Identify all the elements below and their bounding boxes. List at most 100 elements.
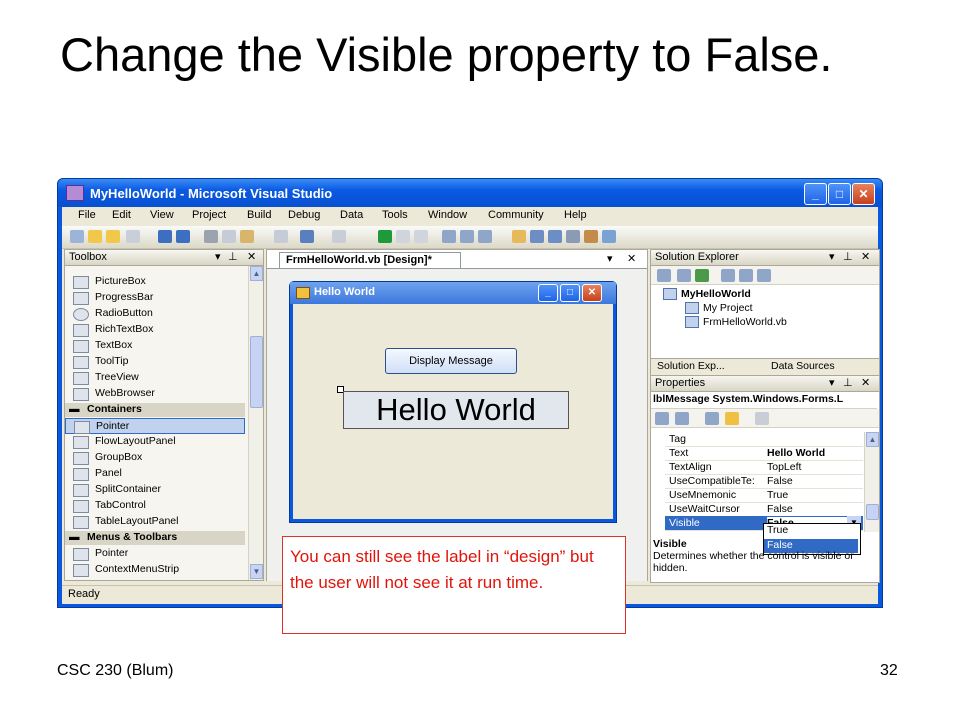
hello-world-label[interactable]: Hello World [343, 391, 569, 429]
tool-flowlayoutpanel[interactable]: FlowLayoutPanel [65, 434, 245, 450]
refresh-icon[interactable] [695, 269, 709, 282]
cut-icon[interactable] [204, 230, 218, 243]
dropdown-arrow-icon[interactable]: ▾ [607, 252, 613, 265]
tree-item-my-project[interactable]: My Project [685, 302, 753, 315]
comment-icon[interactable] [274, 230, 288, 243]
menu-build[interactable]: Build [247, 209, 271, 221]
tool-picturebox[interactable]: PictureBox [65, 274, 245, 290]
menu-debug[interactable]: Debug [288, 209, 320, 221]
form-hello-world[interactable]: Hello World _ □ ✕ Display Message Hello … [289, 281, 617, 523]
step-over-icon[interactable] [460, 230, 474, 243]
scroll-thumb[interactable] [866, 504, 879, 520]
prop-row-usemnemonic[interactable]: UseMnemonic True [665, 488, 863, 503]
display-message-button[interactable]: Display Message [385, 348, 517, 374]
scroll-up-icon[interactable]: ▲ [866, 432, 879, 447]
prop-row-text[interactable]: Text Hello World [665, 446, 863, 461]
menu-project[interactable]: Project [192, 209, 226, 221]
solution-explorer-icon[interactable] [530, 230, 544, 243]
tab-designer[interactable]: FrmHelloWorld.vb [Design]* [279, 252, 461, 269]
minimize-button[interactable]: _ [804, 183, 827, 205]
menu-file[interactable]: File [78, 209, 96, 221]
close-button[interactable]: ✕ [852, 183, 875, 205]
tool-contextmenustrip[interactable]: ContextMenuStrip [65, 562, 245, 578]
properties-view-icon[interactable] [705, 412, 719, 425]
pin-icon[interactable]: ⊥ [843, 250, 853, 263]
save-all-icon[interactable] [176, 230, 190, 243]
dropdown-arrow-icon[interactable]: ▾ [829, 376, 835, 389]
prop-row-tag[interactable]: Tag [665, 432, 863, 447]
view-designer-icon[interactable] [739, 269, 753, 282]
new-project-icon[interactable] [126, 230, 140, 243]
toolbox-section-menus[interactable]: ▬ Menus & Toolbars [65, 531, 245, 545]
find-icon[interactable] [512, 230, 526, 243]
close-icon[interactable]: ✕ [861, 376, 870, 389]
pin-icon[interactable]: ⊥ [228, 250, 238, 263]
add-item-icon[interactable] [70, 230, 84, 243]
tool-progressbar[interactable]: ProgressBar [65, 290, 245, 306]
stop-icon[interactable] [414, 230, 428, 243]
tool-tabcontrol[interactable]: TabControl [65, 498, 245, 514]
start-debugging-icon[interactable] [378, 230, 392, 243]
tool-panel[interactable]: Panel [65, 466, 245, 482]
property-pages-icon[interactable] [755, 412, 769, 425]
scroll-down-icon[interactable]: ▼ [250, 564, 263, 579]
open-folder-icon[interactable] [106, 230, 120, 243]
prop-row-textalign[interactable]: TextAlign TopLeft [665, 460, 863, 475]
tool-pointer-menus[interactable]: Pointer [65, 546, 245, 562]
events-icon[interactable] [725, 412, 739, 425]
menu-edit[interactable]: Edit [112, 209, 131, 221]
tree-item-form-file[interactable]: FrmHelloWorld.vb [685, 316, 787, 329]
tool-groupbox[interactable]: GroupBox [65, 450, 245, 466]
tab-solution-explorer[interactable]: Solution Exp... [657, 360, 725, 372]
maximize-button[interactable]: □ [828, 183, 851, 205]
tool-tooltip[interactable]: ToolTip [65, 354, 245, 370]
menu-help[interactable]: Help [564, 209, 587, 221]
tool-richtextbox[interactable]: RichTextBox [65, 322, 245, 338]
step-out-icon[interactable] [478, 230, 492, 243]
tool-webbrowser[interactable]: WebBrowser [65, 386, 245, 402]
close-icon[interactable]: ✕ [627, 252, 636, 265]
step-into-icon[interactable] [442, 230, 456, 243]
tool-splitcontainer[interactable]: SplitContainer [65, 482, 245, 498]
close-icon[interactable]: ✕ [861, 250, 870, 263]
class-diagram-icon[interactable] [757, 269, 771, 282]
close-icon[interactable]: ✕ [247, 250, 256, 263]
dropdown-arrow-icon[interactable]: ▾ [215, 250, 221, 263]
show-all-files-icon[interactable] [677, 269, 691, 282]
pause-icon[interactable] [396, 230, 410, 243]
object-selector[interactable]: lblMessage System.Windows.Forms.L [651, 392, 877, 409]
copy-icon[interactable] [222, 230, 236, 243]
paste-icon[interactable] [240, 230, 254, 243]
prop-row-usecompatibletextrendering[interactable]: UseCompatibleTe: False [665, 474, 863, 489]
menu-data[interactable]: Data [340, 209, 363, 221]
dropdown-option-true[interactable]: True [764, 524, 858, 538]
undo-icon[interactable] [300, 230, 314, 243]
menu-community[interactable]: Community [488, 209, 544, 221]
properties-window-icon[interactable] [548, 230, 562, 243]
tool-pointer[interactable]: Pointer [65, 418, 245, 434]
menu-window[interactable]: Window [428, 209, 467, 221]
view-code-icon[interactable] [721, 269, 735, 282]
pin-icon[interactable]: ⊥ [843, 376, 853, 389]
tool-tablelayoutpanel[interactable]: TableLayoutPanel [65, 514, 245, 530]
categorized-icon[interactable] [655, 412, 669, 425]
alphabetical-icon[interactable] [675, 412, 689, 425]
toolbox-section-containers[interactable]: ▬ Containers [65, 403, 245, 417]
prop-row-usewaitcursor[interactable]: UseWaitCursor False [665, 502, 863, 517]
properties-scrollbar[interactable]: ▲ [864, 432, 879, 532]
menu-view[interactable]: View [150, 209, 174, 221]
scroll-thumb[interactable] [250, 336, 263, 408]
object-browser-icon[interactable] [566, 230, 580, 243]
menu-tools[interactable]: Tools [382, 209, 408, 221]
tool-textbox[interactable]: TextBox [65, 338, 245, 354]
redo-icon[interactable] [332, 230, 346, 243]
tool-radiobutton[interactable]: RadioButton [65, 306, 245, 322]
scroll-up-icon[interactable]: ▲ [250, 266, 263, 281]
tree-item-solution[interactable]: MyHelloWorld [663, 288, 751, 301]
toolbox-scrollbar[interactable]: ▲ ▼ [248, 266, 263, 580]
dropdown-arrow-icon[interactable]: ▾ [829, 250, 835, 263]
tool-treeview[interactable]: TreeView [65, 370, 245, 386]
open-icon[interactable] [88, 230, 102, 243]
save-icon[interactable] [158, 230, 172, 243]
toolbox-icon[interactable] [584, 230, 598, 243]
